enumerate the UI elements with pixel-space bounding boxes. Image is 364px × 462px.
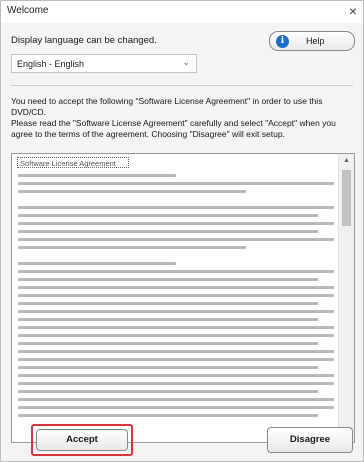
license-dialog: Welcome × Display language can be change… (0, 0, 364, 462)
language-select-value: English - English (17, 59, 85, 69)
language-select[interactable]: English - English ⌄ (11, 54, 197, 73)
accept-button[interactable]: Accept (36, 429, 128, 451)
scroll-thumb[interactable] (342, 170, 351, 226)
license-title: Software License Agreement (17, 157, 129, 168)
license-paragraph (18, 174, 334, 198)
divider (11, 85, 353, 86)
chevron-down-icon: ⌄ (182, 57, 190, 67)
license-scrollbar[interactable]: ▲ ▼ (338, 154, 354, 442)
window-title: Welcome (7, 5, 49, 16)
license-content: Software License Agreement (12, 154, 339, 442)
help-label: Help (306, 36, 325, 46)
license-paragraph (18, 206, 334, 254)
scroll-up-icon[interactable]: ▲ (339, 154, 354, 168)
close-icon[interactable]: × (349, 3, 357, 19)
accept-instruction-text: You need to accept the following "Softwa… (11, 96, 323, 117)
license-text-area[interactable]: Software License Agreement ▲ (11, 153, 355, 443)
accept-highlight: Accept (31, 424, 133, 456)
read-instruction-text: Please read the "Software License Agreem… (11, 118, 336, 139)
license-paragraph (18, 262, 334, 422)
language-label: Display language can be changed. (11, 35, 157, 46)
disagree-button[interactable]: Disagree (267, 427, 353, 453)
title-bar: Welcome × (1, 1, 363, 23)
info-icon: i (276, 35, 289, 48)
help-button[interactable]: i Help (269, 31, 355, 51)
